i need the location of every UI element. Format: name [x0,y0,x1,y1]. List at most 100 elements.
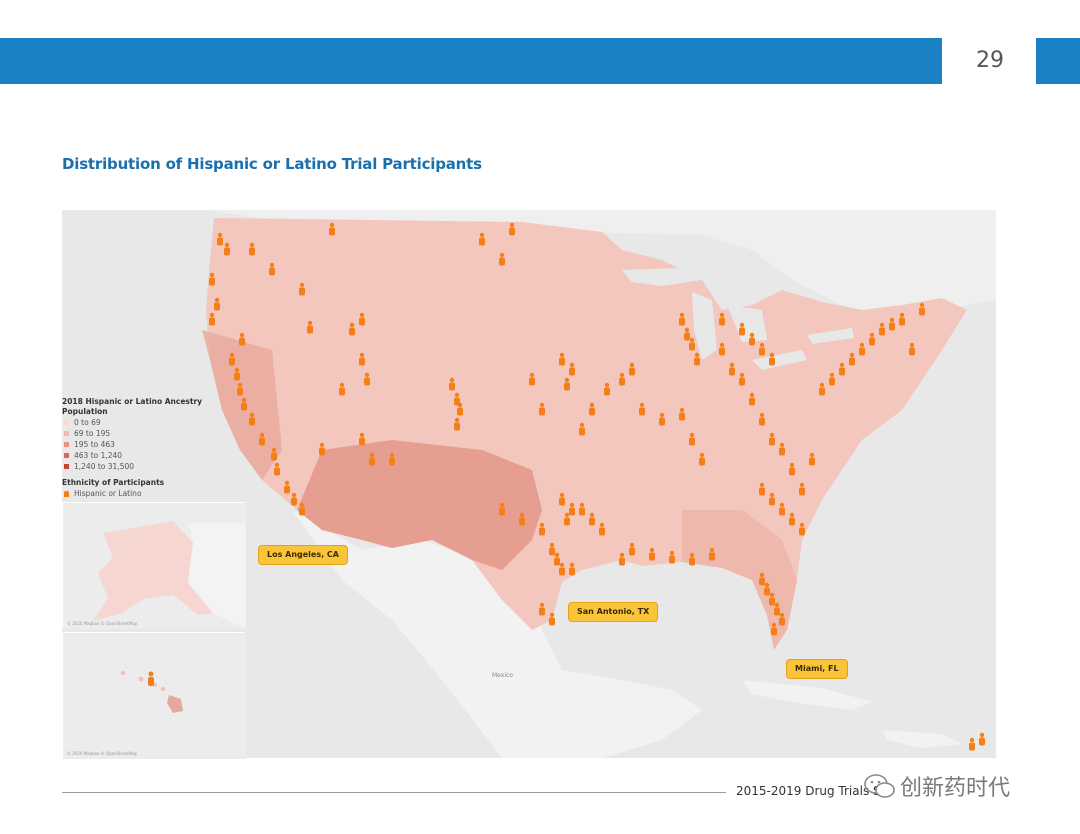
participant-marker [499,252,505,266]
participant-marker [619,552,625,566]
participant-marker [969,737,975,751]
participant-marker [829,372,835,386]
participant-marker [299,502,305,516]
participant-marker [237,382,243,396]
header-bar [0,38,942,84]
participant-marker [329,222,335,236]
participant-marker [339,382,345,396]
participant-marker [774,602,780,616]
participant-marker [589,512,595,526]
participant-marker [569,502,575,516]
participant-marker [249,242,255,256]
participant-marker [839,362,845,376]
participant-marker [564,512,570,526]
mexico-label: Mexico [492,672,513,679]
hawaii-marker [148,671,154,686]
participant-marker [564,377,570,391]
participant-marker [239,332,245,346]
participant-marker [699,452,705,466]
participant-marker [234,367,240,381]
participant-marker [689,337,695,351]
participant-marker [259,432,265,446]
participant-marker [729,362,735,376]
participant-marker [364,372,370,386]
participant-marker [694,352,700,366]
callout-miami[interactable]: Miami, FL [786,659,848,679]
participant-marker [789,512,795,526]
participant-marker [859,342,865,356]
callout-los-angeles[interactable]: Los Angeles, CA [258,545,348,565]
participant-marker [359,432,365,446]
participant-marker [619,372,625,386]
wechat-icon [864,774,895,798]
participant-marker [719,312,725,326]
map-credit: © 2020 Mapbox © OpenStreetMap [67,751,138,756]
participant-marker [779,612,785,626]
page-title: Distribution of Hispanic or Latino Trial… [62,155,482,173]
participant-marker [649,547,655,561]
alaska-inset: © 2020 Mapbox © OpenStreetMap [62,502,246,629]
participant-marker [899,312,905,326]
participant-marker [759,482,765,496]
participant-marker [779,442,785,456]
participant-marker [799,522,805,536]
participant-marker [629,542,635,556]
participant-marker [559,492,565,506]
participant-marker [579,422,585,436]
participant-marker [529,372,535,386]
participant-marker [789,462,795,476]
participant-marker [749,392,755,406]
participant-marker [369,452,375,466]
participant-marker [799,482,805,496]
participant-marker [271,447,277,461]
legend-participants-title: Ethnicity of Participants [62,478,165,487]
participant-marker [291,492,297,506]
participant-marker [554,552,560,566]
participant-marker [659,412,665,426]
legend-bin: 0 to 69 [62,417,212,428]
participant-marker [909,342,915,356]
participant-marker [569,362,575,376]
participant-marker [759,412,765,426]
page-number: 29 [976,48,1004,73]
alaska-map [63,503,246,629]
participant-marker [771,622,777,636]
participant-marker [569,562,575,576]
footer-divider [62,792,726,793]
participant-marker [919,302,925,316]
participant-marker [669,550,675,564]
participant-marker [849,352,855,366]
participant-marker [389,452,395,466]
participant-marker [689,552,695,566]
participant-marker [249,412,255,426]
participant-marker [769,352,775,366]
participant-marker [579,502,585,516]
participant-marker [819,382,825,396]
participant-marker [589,402,595,416]
participant-marker [889,317,895,331]
legend-bin: 463 to 1,240 [62,450,212,461]
participant-marker [639,402,645,416]
participant-marker [739,372,745,386]
participant-marker [479,232,485,246]
callout-san-antonio[interactable]: San Antonio, TX [568,602,659,622]
participant-marker [449,377,455,391]
participant-marker [769,492,775,506]
participant-marker [604,382,610,396]
participant-marker [719,342,725,356]
participant-marker [319,442,325,456]
participant-marker [769,432,775,446]
map-legend: 2018 Hispanic or Latino Ancestry Populat… [62,397,212,499]
participant-marker [679,312,685,326]
hawaii-inset: © 2020 Mapbox © OpenStreetMap [62,632,246,759]
hawaii-map [63,633,246,759]
participant-marker [519,512,525,526]
participant-marker [274,462,280,476]
participant-marker [349,322,355,336]
legend-bin: 1,240 to 31,500 [62,461,212,472]
participant-marker [359,312,365,326]
legend-bin: 69 to 195 [62,428,212,439]
participant-marker [684,327,690,341]
participant-marker [809,452,815,466]
participant-marker [539,602,545,616]
